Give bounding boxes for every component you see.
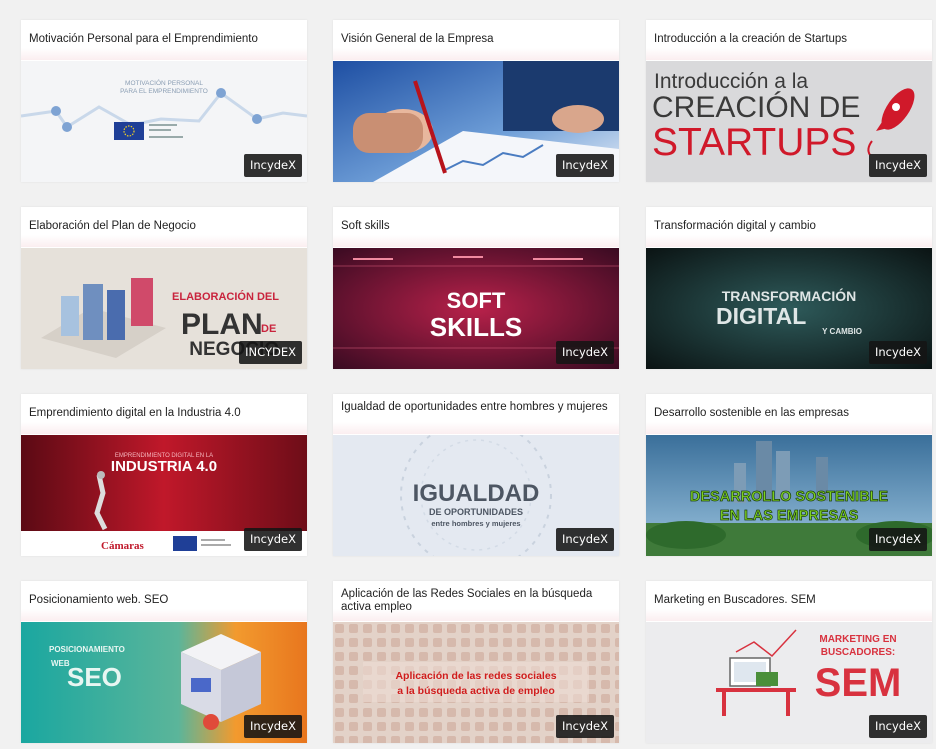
thumb-text: a la búsqueda activa de empleo xyxy=(397,685,555,697)
card-header: Aplicación de las Redes Sociales en la b… xyxy=(333,581,619,621)
provider-badge: IncydeX xyxy=(555,715,614,738)
course-thumbnail[interactable]: IncydeX xyxy=(333,61,619,182)
eu-flag-icon xyxy=(114,122,144,140)
course-card[interactable]: Soft skills SOFT SKILLS IncydeX xyxy=(333,207,619,369)
eu-flag-icon xyxy=(173,536,197,551)
course-thumbnail[interactable]: EMPRENDIMIENTO DIGITAL EN LA INDUSTRIA 4… xyxy=(21,435,307,556)
course-card[interactable]: Igualdad de oportunidades entre hombres … xyxy=(333,394,619,556)
course-card[interactable]: Desarrollo sostenible en las empresas DE… xyxy=(646,394,932,556)
provider-badge: IncydeX xyxy=(555,154,614,177)
course-title: Posicionamiento web. SEO xyxy=(29,594,169,606)
thumb-text: CREACIÓN DE xyxy=(652,91,860,124)
card-header: Elaboración del Plan de Negocio xyxy=(21,207,307,247)
thumb-text: SEM xyxy=(815,661,902,705)
course-card[interactable]: Introducción a la creación de Startups I… xyxy=(646,20,932,182)
course-card[interactable]: Aplicación de las Redes Sociales en la b… xyxy=(333,581,619,743)
course-title: Introducción a la creación de Startups xyxy=(654,33,848,45)
provider-badge: INCYDEX xyxy=(239,341,302,364)
thumb-text: PLAN xyxy=(181,308,263,341)
thumb-text: SKILLS xyxy=(430,312,522,342)
thumb-text: STARTUPS xyxy=(652,121,856,164)
course-card[interactable]: Marketing en Buscadores. SEM MARKETING E… xyxy=(646,581,932,743)
provider-badge: IncydeX xyxy=(243,154,302,177)
provider-badge: IncydeX xyxy=(868,341,927,364)
thumb-text: Y CAMBIO xyxy=(822,327,862,336)
card-header: Emprendimiento digital en la Industria 4… xyxy=(21,394,307,434)
course-thumbnail[interactable]: Introducción a la CREACIÓN DE STARTUPS I… xyxy=(646,61,932,182)
provider-badge: IncydeX xyxy=(868,154,927,177)
thumb-text: DE OPORTUNIDADES xyxy=(429,507,523,517)
thumb-text: BUSCADORES: xyxy=(821,647,895,658)
thumb-text: ELABORACIÓN DEL xyxy=(172,290,279,303)
thumb-text: DE xyxy=(261,323,276,335)
card-header: Transformación digital y cambio xyxy=(646,207,932,247)
course-title: Soft skills xyxy=(341,220,390,232)
course-title: Elaboración del Plan de Negocio xyxy=(29,220,196,232)
thumb-text: POSICIONAMIENTO xyxy=(49,645,125,654)
course-thumbnail[interactable]: MARKETING EN BUSCADORES: SEM IncydeX xyxy=(646,622,932,743)
thumb-text: MOTIVACIÓN PERSONAL xyxy=(125,78,203,87)
course-thumbnail[interactable]: POSICIONAMIENTO WEB SEO IncydeX xyxy=(21,622,307,743)
card-header: Posicionamiento web. SEO xyxy=(21,581,307,621)
thumb-text: TRANSFORMACIÓN xyxy=(722,287,857,304)
course-grid: Motivación Personal para el Emprendimien… xyxy=(0,0,936,749)
course-title: Marketing en Buscadores. SEM xyxy=(654,594,816,606)
thumb-text: PARA EL EMPRENDIMIENTO xyxy=(120,88,208,95)
provider-badge: IncydeX xyxy=(868,715,927,738)
thumb-text: Cámaras xyxy=(101,540,144,552)
thumb-text: Introducción a la xyxy=(654,70,808,93)
thumb-text: IGUALDAD xyxy=(413,480,540,507)
card-header: Marketing en Buscadores. SEM xyxy=(646,581,932,621)
thumb-text: SOFT xyxy=(447,288,506,313)
course-thumbnail[interactable]: MOTIVACIÓN PERSONAL PARA EL EMPRENDIMIEN… xyxy=(21,61,307,182)
course-card[interactable]: Emprendimiento digital en la Industria 4… xyxy=(21,394,307,556)
thumb-text: DIGITAL xyxy=(716,303,806,329)
course-card[interactable]: Elaboración del Plan de Negocio ELABORAC… xyxy=(21,207,307,369)
card-header: Desarrollo sostenible en las empresas xyxy=(646,394,932,434)
course-title: Motivación Personal para el Emprendimien… xyxy=(29,33,258,45)
course-card[interactable]: Motivación Personal para el Emprendimien… xyxy=(21,20,307,182)
course-thumbnail[interactable]: SOFT SKILLS IncydeX xyxy=(333,248,619,369)
provider-badge: IncydeX xyxy=(555,528,614,551)
course-card[interactable]: Posicionamiento web. SEO POSICIONAMIENTO… xyxy=(21,581,307,743)
provider-badge: IncydeX xyxy=(868,528,927,551)
thumb-text: SEO xyxy=(67,662,122,692)
course-thumbnail[interactable]: IGUALDAD DE OPORTUNIDADES entre hombres … xyxy=(333,435,619,556)
course-title: Igualdad de oportunidades entre hombres … xyxy=(341,401,608,413)
card-header: Soft skills xyxy=(333,207,619,247)
thumb-text: INDUSTRIA 4.0 xyxy=(111,458,217,475)
course-card[interactable]: Visión General de la Empresa IncydeX xyxy=(333,20,619,182)
thumb-text: EN LAS EMPRESAS xyxy=(720,508,859,524)
course-title: Aplicación de las Redes Sociales en la b… xyxy=(341,588,593,613)
course-thumbnail[interactable]: DESARROLLO SOSTENIBLE EN LAS EMPRESAS In… xyxy=(646,435,932,556)
course-title: Desarrollo sostenible en las empresas xyxy=(654,407,849,419)
provider-badge: IncydeX xyxy=(243,715,302,738)
course-title: Visión General de la Empresa xyxy=(341,33,494,45)
course-thumbnail[interactable]: TRANSFORMACIÓN DIGITAL Y CAMBIO IncydeX xyxy=(646,248,932,369)
card-header: Motivación Personal para el Emprendimien… xyxy=(21,20,307,60)
card-header: Igualdad de oportunidades entre hombres … xyxy=(333,394,619,434)
thumb-text: entre hombres y mujeres xyxy=(431,519,520,528)
card-header: Introducción a la creación de Startups xyxy=(646,20,932,60)
thumb-text: DESARROLLO SOSTENIBLE xyxy=(690,489,889,505)
provider-badge: IncydeX xyxy=(555,341,614,364)
course-title: Transformación digital y cambio xyxy=(654,220,816,232)
course-card[interactable]: Transformación digital y cambio TRANSFOR… xyxy=(646,207,932,369)
card-header: Visión General de la Empresa xyxy=(333,20,619,60)
thumb-text: MARKETING EN xyxy=(819,634,896,645)
course-title: Emprendimiento digital en la Industria 4… xyxy=(29,407,241,419)
provider-badge: IncydeX xyxy=(243,528,302,551)
course-thumbnail[interactable]: Aplicación de las redes sociales a la bú… xyxy=(333,622,619,743)
thumb-text: Aplicación de las redes sociales xyxy=(395,670,556,682)
course-thumbnail[interactable]: ELABORACIÓN DEL PLAN DE NEGOCIO INCYDEX xyxy=(21,248,307,369)
